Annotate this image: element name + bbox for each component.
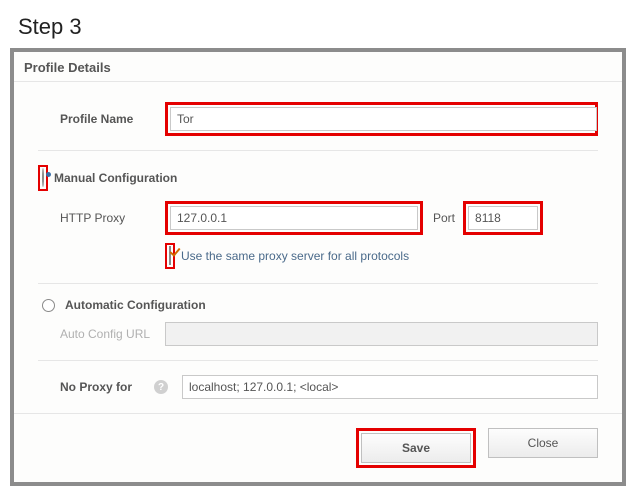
highlight-profile-name bbox=[165, 102, 598, 136]
port-input[interactable] bbox=[468, 206, 538, 230]
automatic-config-label: Automatic Configuration bbox=[65, 298, 206, 312]
profile-name-input[interactable] bbox=[170, 107, 597, 131]
dialog-footer: Save Close bbox=[14, 413, 622, 482]
separator bbox=[38, 360, 598, 361]
highlight-save-button: Save bbox=[356, 428, 476, 468]
highlight-manual-radio bbox=[38, 165, 48, 191]
same-proxy-label: Use the same proxy server for all protoc… bbox=[181, 249, 409, 263]
dialog-frame: Profile Details Profile Name Manual Conf… bbox=[10, 48, 626, 486]
save-button[interactable]: Save bbox=[361, 433, 471, 463]
profile-name-label: Profile Name bbox=[60, 112, 165, 126]
manual-config-row: Manual Configuration bbox=[38, 165, 598, 191]
highlight-same-proxy-checkbox bbox=[165, 243, 175, 269]
http-proxy-input[interactable] bbox=[170, 206, 418, 230]
no-proxy-label: No Proxy for bbox=[60, 380, 150, 394]
same-proxy-checkbox[interactable] bbox=[169, 246, 171, 265]
automatic-config-row: Automatic Configuration bbox=[38, 298, 598, 312]
highlight-port bbox=[463, 201, 543, 235]
manual-config-label: Manual Configuration bbox=[54, 171, 177, 185]
no-proxy-row: No Proxy for ? bbox=[60, 375, 598, 399]
help-icon[interactable]: ? bbox=[154, 380, 168, 394]
panel-title: Profile Details bbox=[14, 52, 622, 82]
port-label: Port bbox=[433, 211, 455, 225]
automatic-config-radio[interactable] bbox=[42, 299, 55, 312]
no-proxy-input[interactable] bbox=[182, 375, 598, 399]
manual-config-radio[interactable] bbox=[42, 168, 44, 187]
separator bbox=[38, 283, 598, 284]
auto-config-url-row: Auto Config URL bbox=[60, 322, 598, 346]
http-proxy-row: HTTP Proxy Port bbox=[60, 201, 598, 235]
close-button[interactable]: Close bbox=[488, 428, 598, 458]
profile-name-row: Profile Name bbox=[60, 102, 598, 136]
step-title: Step 3 bbox=[0, 0, 636, 48]
auto-config-url-label: Auto Config URL bbox=[60, 327, 165, 341]
separator bbox=[38, 150, 598, 151]
auto-config-url-input bbox=[165, 322, 598, 346]
panel-body: Profile Name Manual Configuration HTTP P… bbox=[14, 82, 622, 413]
http-proxy-label: HTTP Proxy bbox=[60, 211, 165, 225]
highlight-http-proxy bbox=[165, 201, 423, 235]
same-proxy-row: Use the same proxy server for all protoc… bbox=[165, 243, 598, 269]
